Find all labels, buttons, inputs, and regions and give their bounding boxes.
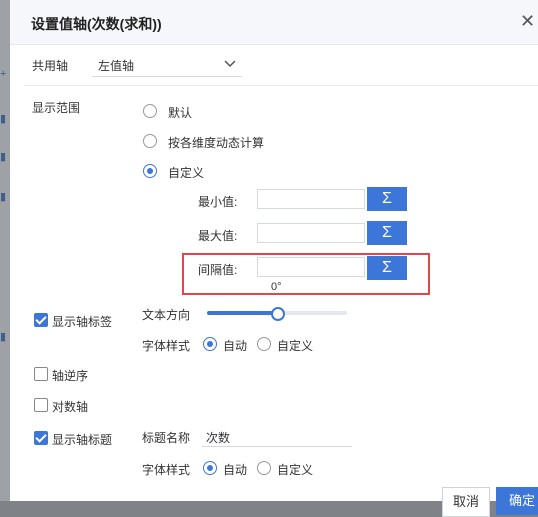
max-input[interactable] — [257, 223, 365, 243]
input-underline — [202, 446, 352, 447]
reverse-axis-label: 轴逆序 — [52, 369, 89, 383]
show-axis-label-text: 显示轴标签 — [52, 315, 113, 329]
divider — [24, 85, 538, 86]
max-label: 最大值: — [198, 229, 238, 243]
max-formula-button[interactable]: Σ — [367, 221, 407, 245]
range-custom-radio[interactable] — [143, 164, 157, 178]
range-dynamic-radio[interactable] — [143, 134, 157, 148]
highlight-box — [182, 253, 430, 295]
shared-axis-select[interactable]: 左值轴 — [92, 50, 242, 78]
log-axis-label: 对数轴 — [52, 400, 89, 414]
show-axis-label-checkbox[interactable] — [34, 313, 48, 327]
range-default-label: 默认 — [168, 106, 193, 120]
slider-handle[interactable] — [271, 307, 285, 321]
title-font-custom-radio[interactable] — [257, 461, 271, 475]
shared-axis-value: 左值轴 — [98, 59, 135, 73]
range-custom-label: 自定义 — [168, 166, 205, 180]
font-style-custom-radio[interactable] — [257, 337, 271, 351]
log-axis-checkbox[interactable] — [34, 398, 48, 412]
close-icon[interactable]: ✕ — [520, 12, 535, 30]
background-icon: ▮ — [0, 191, 7, 203]
font-style-auto-radio[interactable] — [203, 337, 217, 351]
background-icon: ▮ — [0, 331, 7, 343]
show-axis-title-label: 显示轴标题 — [52, 433, 113, 447]
background-icon: ▮ — [0, 151, 7, 163]
title-name-value: 次数 — [206, 431, 231, 445]
ok-button[interactable]: 确定 — [496, 487, 538, 515]
value-axis-dialog: 设置值轴(次数(求和)) ✕ 共用轴 左值轴 显示范围 默认 按各维度动态计算 … — [10, 0, 538, 517]
cancel-button[interactable]: 取消 — [442, 487, 490, 517]
chevron-down-icon — [224, 60, 236, 68]
title-font-style-label: 字体样式 — [142, 463, 191, 477]
min-input[interactable] — [257, 189, 365, 209]
dialog-title: 设置值轴(次数(求和)) — [31, 16, 162, 32]
font-style-auto-label: 自动 — [223, 339, 248, 353]
text-direction-label: 文本方向 — [142, 308, 191, 322]
font-style-label: 字体样式 — [142, 339, 191, 353]
title-name-label: 标题名称 — [142, 431, 191, 445]
select-underline — [92, 76, 242, 77]
title-font-custom-label: 自定义 — [277, 463, 314, 477]
shared-axis-label: 共用轴 — [32, 59, 69, 73]
dialog-header: 设置值轴(次数(求和)) ✕ — [10, 0, 538, 45]
background-icon: ▮ — [0, 113, 7, 125]
slider-fill — [207, 311, 277, 315]
range-dynamic-label: 按各维度动态计算 — [168, 136, 265, 150]
show-axis-title-checkbox[interactable] — [34, 431, 48, 445]
title-name-input[interactable]: 次数 — [202, 424, 352, 448]
title-font-auto-label: 自动 — [223, 463, 248, 477]
min-formula-button[interactable]: Σ — [367, 187, 407, 211]
text-direction-slider[interactable] — [207, 307, 347, 321]
display-range-label: 显示范围 — [32, 101, 81, 115]
range-default-radio[interactable] — [143, 104, 157, 118]
background-icon: + — [0, 68, 7, 80]
font-style-custom-label: 自定义 — [277, 339, 314, 353]
reverse-axis-checkbox[interactable] — [34, 367, 48, 381]
title-font-auto-radio[interactable] — [203, 461, 217, 475]
min-label: 最小值: — [198, 195, 238, 209]
text-direction-value: 0° — [271, 281, 282, 293]
